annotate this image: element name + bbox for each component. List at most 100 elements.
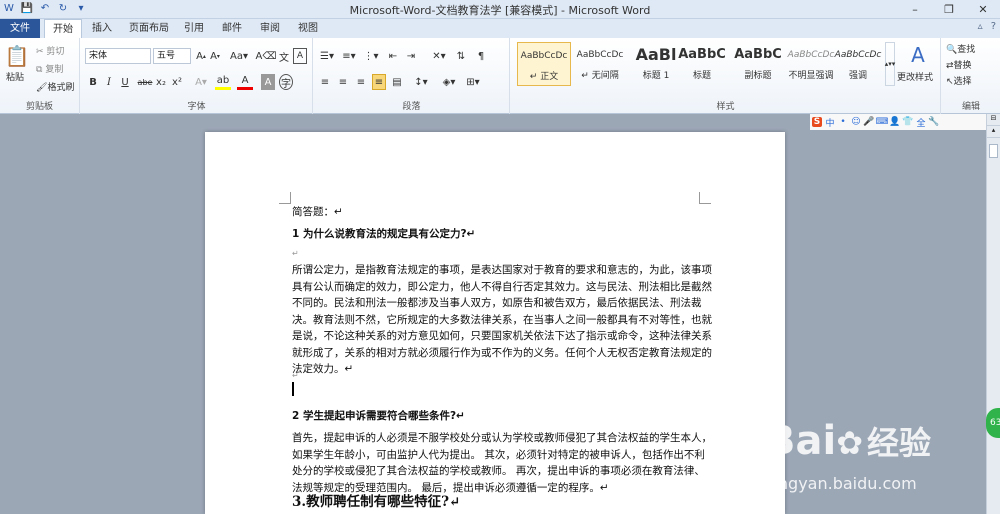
decrease-indent-icon[interactable]: ⇤: [386, 48, 400, 64]
keyboard-icon[interactable]: ⌨: [876, 117, 889, 127]
watermark-brand: Bai: [765, 418, 837, 464]
sogou-logo-icon[interactable]: S: [812, 117, 822, 127]
document-page[interactable]: 简答题：↵ 1 为什么说教育法的规定具有公定力?↵ ↵ 所谓公定力，是指教育法规…: [205, 132, 785, 514]
text-cursor: [292, 382, 294, 396]
character-border-icon[interactable]: A: [293, 48, 307, 64]
replace-button[interactable]: ⇄替换: [946, 58, 972, 71]
shrink-font-icon[interactable]: A ▾: [209, 48, 221, 64]
restore-button[interactable]: ❐: [932, 0, 966, 19]
align-right-icon[interactable]: ≡: [354, 74, 368, 90]
character-shading-icon[interactable]: A: [261, 74, 275, 90]
margin-corner-tl: [279, 192, 291, 204]
tools-icon[interactable]: 🔧: [928, 117, 939, 127]
copy-button[interactable]: ⧉ 复制: [36, 62, 63, 75]
baidu-watermark: Bai✿ 经验 jingyan.baidu.com: [765, 418, 990, 508]
change-case-icon[interactable]: Aa▾: [230, 48, 248, 64]
font-color-icon[interactable]: A: [237, 74, 253, 90]
select-button[interactable]: ↖选择: [946, 74, 972, 87]
editing-group-label: 编辑: [961, 102, 980, 112]
strikethrough-button[interactable]: abe: [137, 74, 153, 90]
ribbon: 📋 粘贴 ✂ 剪切 ⧉ 复制 🖌格式刷 剪贴板 宋体 五号 A ▴ A ▾ Aa▾ …: [0, 38, 1000, 114]
close-button[interactable]: ✕: [966, 0, 1000, 19]
font-size-select[interactable]: 五号: [153, 48, 191, 64]
style-emphasis[interactable]: AaBbCcDc 强调: [831, 42, 885, 86]
font-group-label: 字体: [187, 102, 206, 112]
brush-icon: 🖌: [36, 83, 48, 93]
style-subtitle[interactable]: AaBbC 副标题: [731, 42, 785, 86]
show-marks-icon[interactable]: ¶: [474, 48, 488, 64]
underline-button[interactable]: U: [119, 74, 131, 90]
styles-scroll-icon[interactable]: ▴▾▾: [885, 42, 895, 86]
punctuation-icon[interactable]: •: [838, 117, 848, 127]
style-no-spacing[interactable]: AaBbCcDc ↵ 无间隔: [573, 42, 627, 86]
microphone-icon[interactable]: 🎤: [863, 117, 874, 127]
numbering-icon[interactable]: ≡▾: [340, 48, 358, 64]
minimize-button[interactable]: –: [898, 0, 932, 19]
minimize-ribbon-icon[interactable]: ▵: [978, 21, 983, 32]
format-painter-button[interactable]: 🖌格式刷: [36, 80, 74, 93]
scroll-up-icon[interactable]: ▴: [987, 126, 1000, 138]
style-title[interactable]: AaBbC 标题: [675, 42, 729, 86]
tab-references[interactable]: 引用: [178, 19, 210, 38]
skin-icon[interactable]: 👕: [902, 117, 913, 127]
help-icon[interactable]: ?: [991, 21, 996, 32]
emoji-icon[interactable]: ☺: [851, 117, 861, 127]
paste-button[interactable]: 粘贴: [6, 70, 24, 83]
sort-icon[interactable]: ⇅: [454, 48, 468, 64]
bold-button[interactable]: B: [87, 74, 99, 90]
change-styles-icon[interactable]: A: [901, 42, 935, 68]
text-effects-icon[interactable]: A▾: [193, 74, 209, 90]
doc-heading-2: 2 学生提起申诉需要符合哪些条件?↵: [292, 410, 465, 422]
doc-heading-3: 3.教师聘任制有哪些特征?↵: [292, 494, 461, 510]
cut-button[interactable]: ✂ 剪切: [36, 44, 64, 57]
paragraph-group: ☰▾ ≡▾ ⋮▾ ⇤ ⇥ ✕▾ ⇅ ¶ ≡ ≡ ≡ ≡ ▤ ↕▾ ◈▾ ⊞▾ 段…: [314, 38, 510, 114]
borders-icon[interactable]: ⊞▾: [464, 74, 482, 90]
increase-indent-icon[interactable]: ⇥: [404, 48, 418, 64]
copy-icon: ⧉: [36, 65, 43, 75]
scissors-icon: ✂: [36, 47, 44, 57]
tab-insert[interactable]: 插入: [86, 19, 118, 38]
ruler-toggle-icon[interactable]: ⊟: [987, 114, 1000, 126]
line-spacing-icon[interactable]: ↕▾: [412, 74, 430, 90]
highlight-icon[interactable]: ab: [215, 74, 231, 90]
title-bar: W 💾 ↶ ↻ ▾ Microsoft-Word-文档教育法学 [兼容模式] -…: [0, 0, 1000, 19]
font-name-select[interactable]: 宋体: [85, 48, 151, 64]
align-left-icon[interactable]: ≡: [318, 74, 332, 90]
tab-mailings[interactable]: 邮件: [216, 19, 248, 38]
style-normal[interactable]: AaBbCcDc ↵ 正文: [517, 42, 571, 86]
style-preview: AaBbC: [734, 47, 782, 62]
change-styles-button[interactable]: 更改样式: [897, 70, 933, 83]
clipboard-group: 📋 粘贴 ✂ 剪切 ⧉ 复制 🖌格式刷 剪贴板: [0, 38, 80, 114]
user-icon[interactable]: 👤: [889, 117, 900, 127]
clear-formatting-icon[interactable]: A⌫: [256, 48, 277, 64]
cut-label: 剪切: [46, 47, 65, 57]
copy-label: 复制: [45, 65, 64, 75]
tab-home[interactable]: 开始: [44, 19, 82, 39]
styles-group-label: 样式: [716, 102, 735, 112]
tab-view[interactable]: 视图: [292, 19, 324, 38]
chinese-layout-icon[interactable]: ✕▾: [430, 48, 448, 64]
grow-font-icon[interactable]: A ▴: [195, 48, 207, 64]
style-name: 标题: [692, 71, 711, 81]
distributed-icon[interactable]: ▤: [390, 74, 404, 90]
chinese-mode-icon[interactable]: 中: [825, 117, 835, 129]
tab-page-layout[interactable]: 页面布局: [124, 19, 174, 38]
justify-icon[interactable]: ≡: [372, 74, 386, 90]
superscript-icon[interactable]: x²: [171, 74, 183, 90]
paste-icon[interactable]: 📋: [4, 42, 30, 70]
editing-group: 🔍查找 ⇄替换 ↖选择 编辑: [942, 38, 1000, 114]
scroll-thumb[interactable]: [989, 144, 998, 158]
doc-paragraph-2: 首先，提起申诉的人必须是不服学校处分或认为学校或教师侵犯了其合法权益的学生本人，…: [292, 432, 712, 494]
bullets-icon[interactable]: ☰▾: [318, 48, 336, 64]
multilevel-list-icon[interactable]: ⋮▾: [362, 48, 380, 64]
phonetic-guide-icon[interactable]: 文: [277, 48, 291, 64]
italic-button[interactable]: I: [103, 74, 115, 90]
tab-review[interactable]: 审阅: [254, 19, 286, 38]
tab-file[interactable]: 文件: [0, 19, 40, 38]
enclose-characters-icon[interactable]: 字: [279, 74, 293, 90]
full-width-icon[interactable]: 全: [916, 117, 926, 129]
find-button[interactable]: 🔍查找: [946, 42, 975, 55]
shading-icon[interactable]: ◈▾: [440, 74, 458, 90]
align-center-icon[interactable]: ≡: [336, 74, 350, 90]
subscript-icon[interactable]: x₂: [155, 74, 167, 90]
